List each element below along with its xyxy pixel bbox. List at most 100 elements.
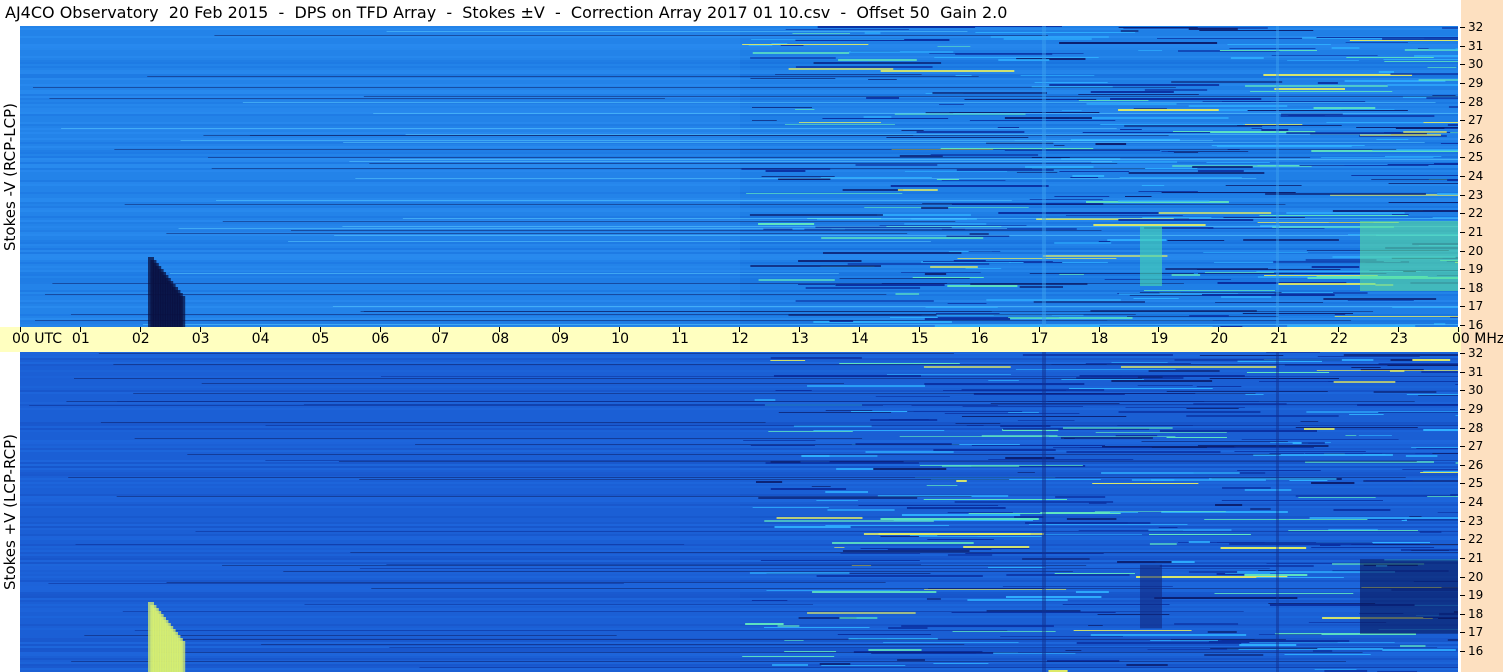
spectro-streak — [904, 223, 987, 225]
freq-tick-mark — [1460, 64, 1465, 66]
spectro-streak — [873, 468, 947, 470]
spectro-streak — [1088, 625, 1103, 626]
spectro-rfi-line — [371, 588, 1458, 589]
spectro-streak — [1062, 427, 1173, 429]
freq-tick-mark — [1460, 101, 1465, 103]
freq-tick-label: 32 — [1468, 346, 1484, 360]
spectro-streak — [955, 75, 972, 76]
spectro-streak — [1188, 541, 1210, 543]
spectro-streak — [1392, 307, 1458, 308]
spectro-rfi-line — [373, 113, 1458, 114]
spectro-streak — [1197, 445, 1329, 447]
spectro-streak — [1006, 574, 1130, 576]
spectro-streak — [986, 299, 1121, 301]
spectro-streak — [1286, 132, 1401, 134]
spectro-streak — [1384, 61, 1458, 62]
spectro-streak — [827, 509, 895, 511]
spectro-streak — [839, 278, 970, 279]
spectro-streak — [1317, 82, 1338, 84]
spectro-rfi-line — [359, 479, 1010, 480]
spectro-streak — [1207, 228, 1325, 229]
spectro-rfi-line — [187, 454, 1281, 455]
spectro-streak — [1206, 447, 1314, 448]
spectro-streak — [1432, 453, 1458, 454]
spectro-streak — [820, 177, 932, 178]
spectro-streak — [1331, 47, 1360, 49]
spectro-streak — [784, 651, 837, 652]
spectro-rfi-line — [201, 383, 844, 384]
spectro-streak — [1014, 516, 1044, 518]
spectro-streak — [1111, 362, 1168, 363]
freq-tick-mark — [1460, 138, 1465, 140]
spectro-streak — [1382, 649, 1456, 651]
spectro-streak — [1427, 67, 1457, 68]
spectro-streak — [1223, 217, 1305, 218]
spectro-streak — [842, 550, 970, 552]
spectro-streak — [1143, 290, 1276, 291]
spectro-burst — [179, 296, 186, 327]
spectro-vertical-band — [1360, 559, 1458, 634]
spectro-rfi-line — [355, 178, 1257, 179]
spectro-streak — [1358, 435, 1392, 436]
spectro-streak — [1321, 157, 1434, 158]
spectro-streak — [1147, 212, 1272, 214]
spectro-streak — [1149, 534, 1251, 535]
spectro-streak — [1070, 177, 1099, 178]
spectro-streak — [916, 131, 1025, 133]
spectro-streak — [1332, 210, 1458, 212]
spectro-streak — [839, 363, 960, 364]
spectro-burst — [179, 641, 186, 672]
spectro-streak — [1442, 27, 1458, 29]
spectro-rfi-line — [332, 306, 1458, 307]
spectro-streak — [968, 251, 1001, 252]
title-bar: AJ4CO Observatory 20 Feb 2015 - DPS on T… — [0, 0, 1461, 26]
spectro-streak — [932, 92, 1047, 94]
spectro-rfi-line — [405, 134, 1391, 135]
spectro-streak — [911, 405, 998, 406]
spectro-streak — [837, 634, 932, 635]
spectro-streak — [990, 403, 1120, 404]
spectro-rfi-line — [195, 531, 1458, 532]
spectro-streak — [1196, 386, 1242, 387]
spectro-streak — [1388, 183, 1458, 184]
utc-tick-label: 00 MHz — [1452, 331, 1503, 347]
spectro-streak — [1148, 370, 1220, 372]
spectro-streak — [1215, 504, 1243, 506]
spectro-streak — [764, 627, 870, 628]
spectro-streak — [816, 500, 858, 501]
spectro-streak — [1174, 359, 1342, 361]
spectro-rfi-line — [386, 564, 922, 565]
spectro-streak — [868, 79, 897, 80]
spectro-streak — [1311, 482, 1355, 484]
spectro-streak — [822, 252, 962, 254]
spectro-streak — [865, 451, 954, 453]
spectro-streak — [835, 284, 945, 286]
spectro-streak — [807, 612, 916, 614]
spectro-streak — [748, 45, 773, 46]
spectro-streak — [888, 627, 928, 629]
spectro-streak — [788, 68, 894, 70]
spectro-rfi-line — [334, 235, 1458, 236]
freq-tick-label: 20 — [1468, 569, 1484, 584]
spectro-streak — [1274, 88, 1345, 90]
spectro-streak — [798, 260, 862, 262]
freq-tick-mark — [1460, 595, 1465, 597]
spectro-streak — [907, 411, 1023, 412]
freq-tick-label: 27 — [1468, 439, 1484, 454]
spectro-streak — [819, 62, 869, 64]
spectro-streak — [1054, 573, 1135, 574]
freq-tick-mark — [1460, 651, 1465, 652]
spectro-streak — [742, 656, 835, 657]
freq-tick-mark — [1460, 325, 1465, 326]
spectro-streak — [1455, 384, 1458, 385]
spectro-rfi-line — [402, 218, 1458, 219]
spectro-rfi-line — [419, 667, 1458, 668]
spectro-streak — [1217, 542, 1373, 543]
spectro-streak — [988, 459, 1134, 460]
spectro-streak — [750, 57, 836, 59]
spectro-streak — [924, 273, 947, 275]
spectro-streak — [1416, 448, 1458, 449]
spectro-streak — [1119, 177, 1242, 178]
spectro-streak — [1303, 428, 1335, 430]
spectro-streak — [1167, 151, 1249, 152]
